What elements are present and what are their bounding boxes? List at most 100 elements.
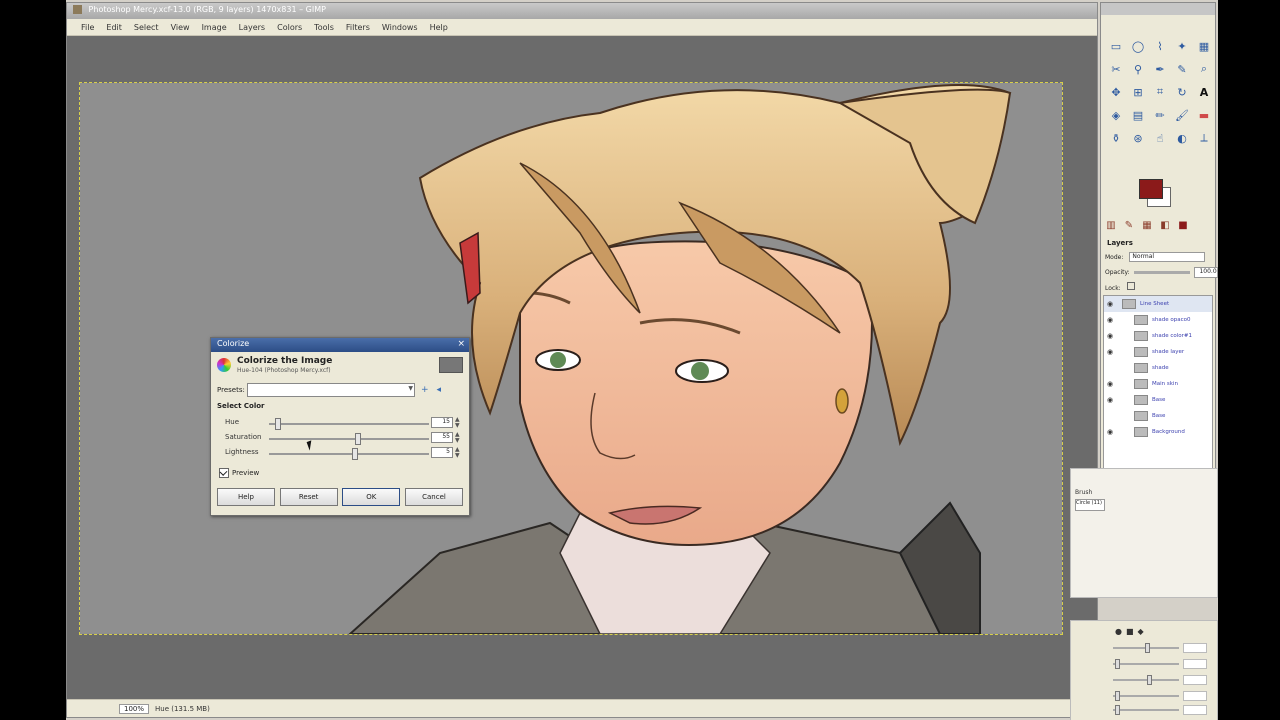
color-select-icon[interactable]: ▦ bbox=[1197, 39, 1211, 53]
menu-help[interactable]: Help bbox=[424, 23, 454, 32]
menu-select[interactable]: Select bbox=[128, 23, 165, 32]
chevron-down-icon[interactable]: ▼ bbox=[408, 385, 413, 392]
cancel-button[interactable]: Cancel bbox=[404, 488, 463, 506]
option-slider-handle[interactable] bbox=[1115, 659, 1120, 669]
presets-combo[interactable]: ▼ bbox=[247, 383, 415, 397]
eye-icon[interactable]: ◉ bbox=[1104, 332, 1116, 340]
opacity-slider[interactable] bbox=[1133, 271, 1190, 274]
ellipse-select-icon[interactable]: ◯ bbox=[1131, 39, 1145, 53]
eraser-icon[interactable]: ▬ bbox=[1197, 108, 1211, 122]
layer-row[interactable]: ◉ shade layer bbox=[1104, 344, 1212, 360]
gradient-icon[interactable]: ▤ bbox=[1131, 108, 1145, 122]
spin-arrows-icon[interactable]: ▲ ▼ bbox=[455, 432, 460, 444]
move-icon[interactable]: ✥ bbox=[1109, 85, 1123, 99]
layer-row[interactable]: ◉ Base bbox=[1104, 392, 1212, 408]
spin-arrows-icon[interactable]: ▲ ▼ bbox=[455, 447, 460, 459]
layer-row[interactable]: shade bbox=[1104, 360, 1212, 376]
hue-slider-track[interactable] bbox=[269, 423, 429, 425]
option-slider[interactable] bbox=[1113, 663, 1179, 665]
fuzzy-select-icon[interactable]: ✦ bbox=[1175, 39, 1189, 53]
colorize-dialog-titlebar[interactable]: Colorize × bbox=[211, 338, 469, 352]
layer-row[interactable]: ◉ Line Sheet bbox=[1104, 296, 1212, 312]
saturation-slider-handle[interactable] bbox=[355, 433, 361, 445]
menu-edit[interactable]: Edit bbox=[100, 23, 128, 32]
smudge-icon[interactable]: ☝ bbox=[1153, 131, 1167, 145]
layer-row[interactable]: Base bbox=[1104, 408, 1212, 424]
reset-button[interactable]: Reset bbox=[279, 488, 338, 506]
airbrush-icon[interactable]: ⚱ bbox=[1109, 131, 1123, 145]
help-button[interactable]: Help bbox=[217, 488, 275, 506]
lightness-spin-field[interactable]: 5 bbox=[431, 447, 453, 458]
menu-windows[interactable]: Windows bbox=[376, 23, 424, 32]
eye-icon[interactable]: ◉ bbox=[1104, 380, 1116, 388]
option-field[interactable] bbox=[1183, 659, 1207, 669]
saturation-spin-field[interactable]: 55 bbox=[431, 432, 453, 443]
pencil-icon[interactable]: ✏ bbox=[1153, 108, 1167, 122]
lightness-slider-track[interactable] bbox=[269, 453, 429, 455]
lightness-slider-handle[interactable] bbox=[351, 448, 358, 460]
eye-icon[interactable]: ◉ bbox=[1104, 300, 1116, 308]
menu-filters[interactable]: Filters bbox=[340, 23, 376, 32]
diamond-brush-icon[interactable]: ◆ bbox=[1138, 627, 1144, 636]
tab-patterns-icon[interactable]: ▦ bbox=[1141, 219, 1153, 231]
option-field[interactable] bbox=[1183, 643, 1207, 653]
option-slider-handle[interactable] bbox=[1147, 675, 1152, 685]
lock-checkbox[interactable] bbox=[1126, 282, 1135, 290]
color-picker-icon[interactable]: ✎ bbox=[1175, 62, 1189, 76]
align-icon[interactable]: ⊞ bbox=[1131, 85, 1145, 99]
eye-icon[interactable]: ◉ bbox=[1104, 348, 1116, 356]
fg-bg-colors[interactable] bbox=[1139, 179, 1171, 207]
tab-brushes-icon[interactable]: ✎ bbox=[1123, 219, 1135, 231]
layer-row[interactable]: ◉ Background bbox=[1104, 424, 1212, 440]
preview-checkbox[interactable] bbox=[219, 468, 229, 478]
preset-menu-icon[interactable]: ◂ bbox=[437, 385, 442, 395]
option-field[interactable] bbox=[1183, 675, 1207, 685]
menu-view[interactable]: View bbox=[165, 23, 196, 32]
option-slider[interactable] bbox=[1113, 695, 1179, 697]
square-brush-icon[interactable]: ■ bbox=[1126, 627, 1134, 636]
eye-icon[interactable]: ◉ bbox=[1104, 428, 1116, 436]
dodge-icon[interactable]: ◐ bbox=[1175, 131, 1189, 145]
foreground-select-icon[interactable]: ⚲ bbox=[1131, 62, 1145, 76]
add-preset-icon[interactable]: + bbox=[421, 385, 429, 395]
saturation-slider-track[interactable] bbox=[269, 438, 429, 440]
crop-icon[interactable]: ⌗ bbox=[1153, 85, 1167, 99]
scissors-icon[interactable]: ✂ bbox=[1109, 62, 1123, 76]
eye-icon[interactable]: ◉ bbox=[1104, 396, 1116, 404]
spin-arrows-icon[interactable]: ▲ ▼ bbox=[455, 417, 460, 429]
option-slider[interactable] bbox=[1113, 679, 1179, 681]
foreground-color-swatch[interactable] bbox=[1139, 179, 1163, 199]
tab-gradients-icon[interactable]: ◧ bbox=[1159, 219, 1171, 231]
eye-icon[interactable]: ◉ bbox=[1104, 316, 1116, 324]
opacity-field[interactable]: 100.0 bbox=[1193, 267, 1218, 278]
paintbrush-icon[interactable]: 🖌 bbox=[1175, 108, 1189, 122]
tab-layers-icon[interactable]: ▥ bbox=[1105, 219, 1117, 231]
layer-row[interactable]: ◉ shade color#1 bbox=[1104, 328, 1212, 344]
circle-brush-icon[interactable]: ● bbox=[1115, 627, 1122, 636]
option-slider-handle[interactable] bbox=[1145, 643, 1150, 653]
ok-button[interactable]: OK bbox=[342, 488, 401, 506]
rotate-icon[interactable]: ↻ bbox=[1175, 85, 1189, 99]
menu-colors[interactable]: Colors bbox=[271, 23, 308, 32]
toolbox-titlebar[interactable] bbox=[1101, 3, 1215, 15]
brush-selector[interactable]: Circle (11) bbox=[1075, 499, 1105, 511]
text-icon[interactable]: A bbox=[1197, 85, 1211, 99]
mode-combo[interactable]: Normal bbox=[1129, 252, 1206, 262]
menu-file[interactable]: File bbox=[75, 23, 100, 32]
zoom-combo[interactable]: 100% bbox=[119, 703, 150, 714]
menu-image[interactable]: Image bbox=[196, 23, 233, 32]
option-field[interactable] bbox=[1183, 705, 1207, 715]
bucket-fill-icon[interactable]: ◈ bbox=[1109, 108, 1123, 122]
menu-layers[interactable]: Layers bbox=[233, 23, 271, 32]
rect-select-icon[interactable]: ▭ bbox=[1109, 39, 1123, 53]
option-slider-handle[interactable] bbox=[1115, 705, 1120, 715]
free-select-icon[interactable]: ⌇ bbox=[1153, 39, 1167, 53]
image-window-titlebar[interactable]: Photoshop Mercy.xcf-13.0 (RGB, 9 layers)… bbox=[67, 3, 1097, 19]
hue-spin-field[interactable]: 15 bbox=[431, 417, 453, 428]
close-icon[interactable]: × bbox=[457, 339, 465, 349]
option-slider-handle[interactable] bbox=[1115, 691, 1120, 701]
layer-row[interactable]: ◉ Main skin bbox=[1104, 376, 1212, 392]
layer-row[interactable]: ◉ shade opaco0 bbox=[1104, 312, 1212, 328]
option-slider[interactable] bbox=[1113, 709, 1179, 711]
measure-icon[interactable]: ⟂ bbox=[1197, 131, 1211, 145]
